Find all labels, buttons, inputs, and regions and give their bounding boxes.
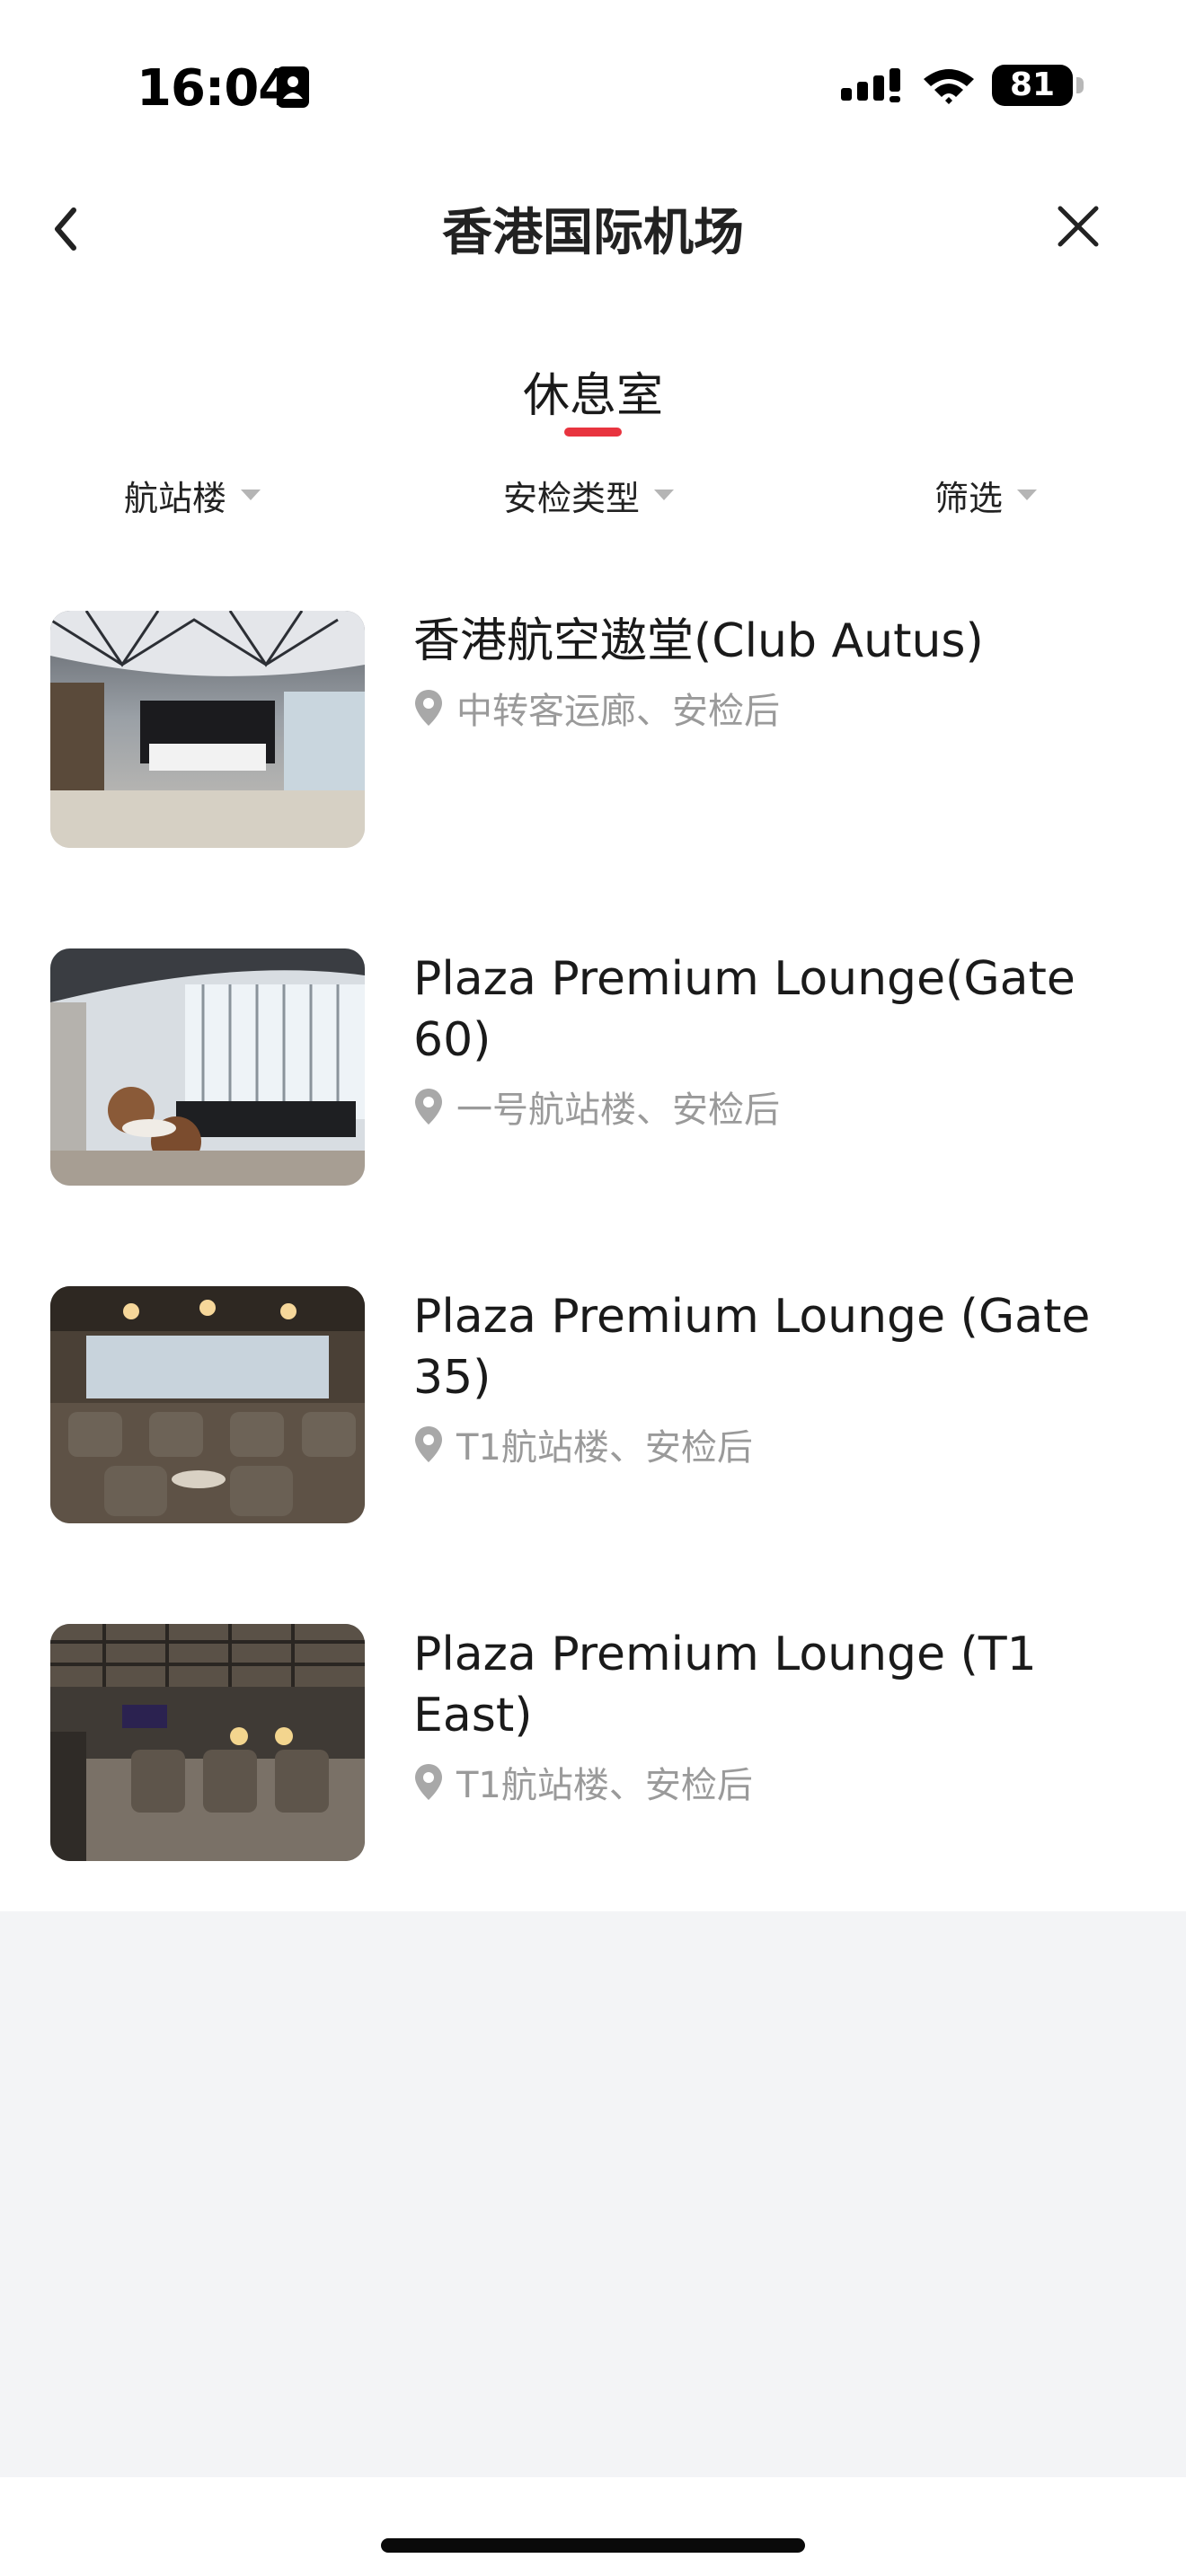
tab-active-indicator xyxy=(564,428,622,437)
lounge-name: Plaza Premium Lounge (Gate 35) xyxy=(413,1290,1091,1405)
caret-down-icon xyxy=(1017,490,1038,500)
lounge-location: 一号航站楼、安检后 xyxy=(413,1083,780,1131)
tab-lounge[interactable]: 休息室 xyxy=(503,357,683,425)
lounge-item-club-autus[interactable]: 香港航空遨堂(Club Autus) 中转客运廊、安检后 xyxy=(0,575,1186,848)
lounge-photo-icon xyxy=(50,1286,365,1523)
lounge-photo-icon xyxy=(50,948,365,1186)
lounge-location-text: 中转客运廊、安检后 xyxy=(456,691,780,732)
location-pin-icon xyxy=(415,1764,442,1800)
lounge-item-plaza-gate-60[interactable]: Plaza Premium Lounge(Gate 60) 一号航站楼、安检后 xyxy=(0,913,1186,1186)
lounge-item-plaza-gate-35[interactable]: Plaza Premium Lounge (Gate 35) T1航站楼、安检后 xyxy=(0,1250,1186,1523)
lounge-thumbnail xyxy=(50,1624,365,1861)
lounge-location: T1航站楼、安检后 xyxy=(413,1421,753,1469)
lounge-name: Plaza Premium Lounge (T1 East) xyxy=(413,1628,1037,1742)
filter-terminal-dropdown[interactable]: 航站楼 xyxy=(124,472,262,518)
caret-down-icon xyxy=(654,490,675,500)
status-bar: 16:04 81 xyxy=(0,0,1186,171)
app-screen: 16:04 81 香港国际机场 休息室 航站楼 安检类型 筛选 香港航空遨堂(C… xyxy=(0,0,1186,2576)
lounge-thumbnail xyxy=(50,1286,365,1523)
lounge-location: T1航站楼、安检后 xyxy=(413,1759,753,1806)
wifi-icon xyxy=(924,69,974,104)
home-indicator[interactable] xyxy=(381,2538,805,2553)
lounge-item-plaza-t1-east[interactable]: Plaza Premium Lounge (T1 East) T1航站楼、安检后 xyxy=(0,1588,1186,1861)
filter-screen-dropdown[interactable]: 筛选 xyxy=(934,472,1039,518)
filter-terminal-label: 航站楼 xyxy=(124,478,227,518)
close-icon[interactable] xyxy=(1053,201,1103,251)
lounge-name: Plaza Premium Lounge(Gate 60) xyxy=(413,952,1075,1067)
battery-cap xyxy=(1076,77,1084,93)
lounge-location-text: T1航站楼、安检后 xyxy=(456,1427,753,1469)
lounge-location-text: T1航站楼、安检后 xyxy=(456,1765,753,1806)
caret-down-icon xyxy=(241,490,261,500)
battery-indicator: 81 xyxy=(992,65,1073,106)
lounge-photo-icon xyxy=(50,1624,365,1861)
cellular-signal-icon xyxy=(841,68,900,102)
lounge-name: 香港航空遨堂(Club Autus) xyxy=(413,614,984,668)
lounge-thumbnail xyxy=(50,948,365,1186)
lounge-location: 中转客运廊、安检后 xyxy=(413,684,780,732)
filter-security-type-dropdown[interactable]: 安检类型 xyxy=(503,472,676,518)
status-time: 16:04 xyxy=(137,59,293,118)
empty-list-area xyxy=(0,1911,1186,2477)
page-title: 香港国际机场 xyxy=(442,204,744,262)
filter-security-type-label: 安检类型 xyxy=(503,478,641,518)
contact-card-icon xyxy=(277,66,309,108)
lounge-thumbnail xyxy=(50,611,365,848)
location-pin-icon xyxy=(415,1089,442,1125)
lounge-location-text: 一号航站楼、安检后 xyxy=(456,1090,780,1131)
filter-screen-label: 筛选 xyxy=(934,478,1004,518)
location-pin-icon xyxy=(415,1426,442,1462)
battery-level: 81 xyxy=(1009,66,1056,103)
location-pin-icon xyxy=(415,690,442,726)
nav-bar: 香港国际机场 xyxy=(0,171,1186,287)
lounge-photo-icon xyxy=(50,611,365,848)
